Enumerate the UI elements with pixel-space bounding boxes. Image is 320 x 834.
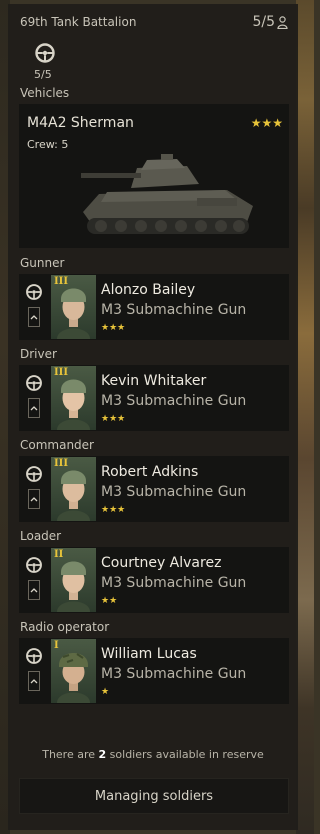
crew-side xyxy=(19,274,49,340)
vehicle-name: M4A2 Sherman xyxy=(27,115,134,131)
soldier-name: Alonzo Bailey xyxy=(101,282,196,298)
soldier-name: Kevin Whitaker xyxy=(101,373,207,389)
tier-badge: III xyxy=(54,367,69,378)
soldier-stars: ★★★ xyxy=(101,323,126,333)
soldier-portrait: III xyxy=(51,275,96,339)
role-label-loader: Loader xyxy=(20,529,62,543)
role-label-radio-operator: Radio operator xyxy=(20,620,110,634)
steering-wheel-icon xyxy=(26,466,42,482)
vehicle-crew: Crew: 5 xyxy=(27,138,69,151)
vehicle-stars: ★★★ xyxy=(250,116,283,130)
squad-panel: 69th Tank Battalion 5/5 5/5 Vehicles M4A… xyxy=(8,4,298,830)
squad-count: 5/5 xyxy=(252,14,288,30)
soldier-name: William Lucas xyxy=(101,646,197,662)
crew-side xyxy=(19,638,49,704)
rank-chevron-icon xyxy=(28,489,40,509)
crew-card-driver[interactable]: III Kevin Whitaker M3 Submachine Gun ★★★ xyxy=(19,365,289,431)
crew-card-gunner[interactable]: III Alonzo Bailey M3 Submachine Gun ★★★ xyxy=(19,274,289,340)
squad-title: 69th Tank Battalion xyxy=(20,15,137,29)
vehicle-slot-count: 5/5 xyxy=(34,68,52,81)
tier-badge: II xyxy=(54,549,64,560)
soldier-weapon: M3 Submachine Gun xyxy=(101,666,247,682)
rank-chevron-icon xyxy=(28,398,40,418)
crew-side xyxy=(19,456,49,522)
crew-side xyxy=(19,547,49,613)
rank-chevron-icon xyxy=(28,580,40,600)
tier-badge: III xyxy=(54,276,69,287)
crew-card-loader[interactable]: II Courtney Alvarez M3 Submachine Gun ★★ xyxy=(19,547,289,613)
reserve-count: 2 xyxy=(98,748,107,761)
reserve-info: There are 2 soldiers available in reserv… xyxy=(8,748,298,761)
soldier-name: Robert Adkins xyxy=(101,464,199,480)
rank-chevron-icon xyxy=(28,307,40,327)
steering-wheel-icon xyxy=(34,42,58,66)
soldier-weapon: M3 Submachine Gun xyxy=(101,484,247,500)
soldier-portrait: III xyxy=(51,457,96,521)
managing-soldiers-button[interactable]: Managing soldiers xyxy=(19,778,289,814)
crew-card-radio-operator[interactable]: I William Lucas M3 Submachine Gun ★ xyxy=(19,638,289,704)
soldier-weapon: M3 Submachine Gun xyxy=(101,302,247,318)
soldier-portrait: I xyxy=(51,639,96,703)
vehicle-card[interactable]: M4A2 Sherman Crew: 5 ★★★ xyxy=(19,104,289,248)
role-label-driver: Driver xyxy=(20,347,57,361)
steering-wheel-icon xyxy=(26,284,42,300)
crew-card-commander[interactable]: III Robert Adkins M3 Submachine Gun ★★★ xyxy=(19,456,289,522)
soldier-portrait: III xyxy=(51,366,96,430)
soldier-stars: ★★ xyxy=(101,596,118,606)
reserve-suffix: soldiers available in reserve xyxy=(109,748,264,761)
soldier-stars: ★★★ xyxy=(101,505,126,515)
crew-side xyxy=(19,365,49,431)
reserve-prefix: There are xyxy=(42,748,96,761)
steering-wheel-icon xyxy=(26,648,42,664)
steering-wheel-icon xyxy=(26,375,42,391)
soldier-portrait: II xyxy=(51,548,96,612)
background-scene xyxy=(296,0,314,834)
soldier-name: Courtney Alvarez xyxy=(101,555,222,571)
soldier-stars: ★ xyxy=(101,687,110,697)
vehicles-label: Vehicles xyxy=(20,86,70,100)
role-label-gunner: Gunner xyxy=(20,256,65,270)
soldier-weapon: M3 Submachine Gun xyxy=(101,575,247,591)
rank-chevron-icon xyxy=(28,671,40,691)
tier-badge: I xyxy=(54,640,59,651)
person-icon xyxy=(277,15,288,29)
tank-image xyxy=(81,154,253,234)
tier-badge: III xyxy=(54,458,69,469)
role-label-commander: Commander xyxy=(20,438,94,452)
soldier-stars: ★★★ xyxy=(101,414,126,424)
squad-count-value: 5/5 xyxy=(252,14,275,30)
steering-wheel-icon xyxy=(26,557,42,573)
soldier-weapon: M3 Submachine Gun xyxy=(101,393,247,409)
